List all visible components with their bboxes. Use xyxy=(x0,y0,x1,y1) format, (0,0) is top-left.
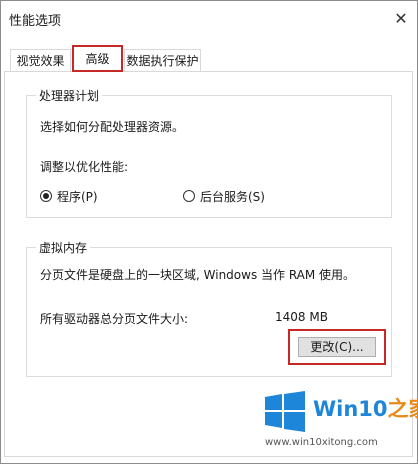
change-button-highlight: 更改(C)... xyxy=(288,329,386,365)
watermark-brand: Win10之家 xyxy=(313,393,418,423)
radio-services-indicator[interactable] xyxy=(183,190,195,202)
performance-options-dialog: 性能选项 ✕ 视觉效果 高级 数据执行保护 处理器计划 选择如何分配处理器资源。… xyxy=(0,0,418,464)
watermark-url: www.win10xitong.com xyxy=(265,437,378,448)
watermark-brand-main: Win10 xyxy=(313,397,388,421)
tab-strip: 视觉效果 高级 数据执行保护 xyxy=(1,45,417,72)
radio-background-services[interactable]: 后台服务(S) xyxy=(183,188,323,204)
total-paging-size-label: 所有驱动器总分页文件大小: xyxy=(40,312,189,326)
windows-logo-icon xyxy=(265,391,305,432)
radio-programs-label[interactable]: 程序(P) xyxy=(57,188,98,205)
tab-visual-effects[interactable]: 视觉效果 xyxy=(10,49,71,71)
processor-group-title: 处理器计划 xyxy=(36,87,103,104)
processor-scheduling-group: 处理器计划 选择如何分配处理器资源。 调整以优化性能: 程序(P) 后台服务(S… xyxy=(26,87,392,218)
close-icon[interactable]: ✕ xyxy=(391,9,411,29)
radio-services-label[interactable]: 后台服务(S) xyxy=(200,188,265,205)
change-button[interactable]: 更改(C)... xyxy=(298,337,376,357)
tab-advanced[interactable]: 高级 xyxy=(72,45,123,72)
optimize-label: 调整以优化性能: xyxy=(40,160,129,174)
radio-programs[interactable]: 程序(P) xyxy=(40,188,160,204)
virtual-memory-description: 分页文件是硬盘上的一块区域, Windows 当作 RAM 使用。 xyxy=(40,268,356,282)
watermark-brand-accent: 之家 xyxy=(387,397,418,421)
title-bar: 性能选项 ✕ xyxy=(1,1,417,37)
window-title: 性能选项 xyxy=(9,14,62,29)
virtual-memory-group-title: 虚拟内存 xyxy=(36,239,91,256)
total-paging-size-value: 1408 MB xyxy=(275,310,328,324)
watermark: Win10之家 www.win10xitong.com xyxy=(263,391,418,465)
tab-data-execution-prevention[interactable]: 数据执行保护 xyxy=(124,49,201,71)
radio-selected-dot xyxy=(43,193,49,199)
processor-description: 选择如何分配处理器资源。 xyxy=(40,120,185,134)
radio-programs-indicator[interactable] xyxy=(40,190,52,202)
